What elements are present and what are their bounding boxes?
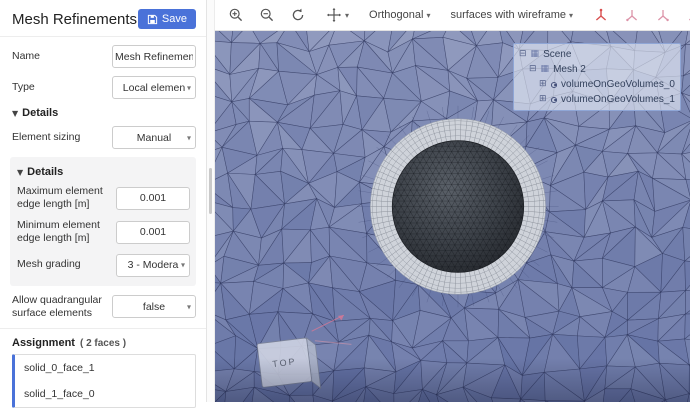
zoom-out-button[interactable] (254, 4, 280, 26)
save-button-label: Save (162, 13, 187, 25)
axis-triad-icon (624, 7, 640, 23)
assignment-list: solid_0_face_1 solid_1_face_0 (12, 354, 196, 408)
zoom-in-icon (228, 7, 244, 23)
caret-down-icon: ▾ (426, 11, 430, 20)
quad-elements-value: false (143, 301, 165, 313)
caret-down-icon: ▾ (187, 83, 191, 92)
type-select[interactable]: Local elemen ▾ (112, 76, 196, 99)
max-edge-label: Maximum element edge length [m] (17, 185, 113, 211)
render-mode-dropdown-label: surfaces with wireframe (450, 9, 566, 21)
max-edge-input[interactable] (116, 187, 190, 210)
name-input[interactable] (112, 45, 196, 68)
panel-header: Mesh Refinements Save (0, 0, 206, 37)
caret-down-icon: ▾ (187, 133, 191, 142)
list-item[interactable]: solid_0_face_1 (15, 355, 195, 381)
settings-form: Name Type Local elemen ▾ ▼ Details Eleme… (0, 37, 206, 328)
projection-dropdown[interactable]: Orthogonal ▾ (364, 6, 435, 24)
expand-box-icon[interactable]: ⊞ (539, 95, 547, 104)
zoom-in-button[interactable] (223, 4, 249, 26)
min-edge-input[interactable] (116, 221, 190, 244)
axis-triad-icon (655, 7, 671, 23)
type-select-value: Local elemen (123, 82, 185, 94)
volume-node-label: volumeOnGeoVolumes_0 (561, 79, 675, 90)
collapse-triangle-icon: ▼ (17, 168, 23, 177)
details2-section-label: Details (27, 166, 63, 178)
scene-tree-volume[interactable]: ⊞ volumeOnGeoVolumes_0 (519, 77, 675, 92)
element-sizing-value: Manual (137, 132, 171, 144)
pan-tool-button[interactable]: ▾ (321, 4, 354, 26)
quad-elements-label: Allow quadrangular surface elements (12, 294, 108, 320)
axis-triad-icon (686, 7, 690, 23)
visibility-eye-icon[interactable] (551, 97, 557, 103)
app-window: Mesh Refinements Save Name Type Local el… (0, 0, 690, 402)
quad-elements-select[interactable]: false ▾ (112, 295, 196, 318)
view-iso-button[interactable] (681, 4, 690, 26)
settings-panel: Mesh Refinements Save Name Type Local el… (0, 0, 207, 402)
projection-dropdown-label: Orthogonal (369, 9, 423, 21)
scene-node-label: Scene (543, 49, 571, 60)
caret-down-icon: ▾ (345, 11, 349, 20)
mesh-node-icon: ▦ (541, 65, 550, 74)
zoom-out-icon (259, 7, 275, 23)
page-title: Mesh Refinements (12, 11, 137, 28)
scene-tree-overlay: ⊟ ▦ Scene ⊟ ▦ Mesh 2 ⊞ volumeOnGeoVolume… (513, 43, 681, 111)
details2-section-header[interactable]: ▼ Details (17, 166, 190, 178)
assignment-count: ( 2 faces ) (80, 338, 126, 349)
expand-box-icon[interactable]: ⊞ (539, 80, 547, 89)
details-section-header[interactable]: ▼ Details (12, 107, 196, 119)
scene-tree-mesh[interactable]: ⊟ ▦ Mesh 2 (519, 62, 675, 77)
caret-down-icon: ▾ (187, 302, 191, 311)
element-sizing-label: Element sizing (12, 131, 80, 144)
collapse-box-icon[interactable]: ⊟ (529, 65, 537, 74)
viewer-area: ▾ Orthogonal ▾ surfaces with wireframe ▾ (215, 0, 690, 402)
3d-viewport[interactable]: TOP ⊟ ▦ Scene ⊟ ▦ Mesh 2 ⊞ volumeOnGeoVo… (215, 31, 690, 402)
mesh-node-label: Mesh 2 (553, 64, 586, 75)
caret-down-icon: ▾ (569, 11, 573, 20)
caret-down-icon: ▾ (181, 261, 185, 270)
scrollbar-thumb[interactable] (209, 168, 212, 214)
assignment-header: Assignment ( 2 faces ) (0, 328, 206, 354)
list-item[interactable]: solid_1_face_0 (15, 381, 195, 407)
scene-tree-root[interactable]: ⊟ ▦ Scene (519, 47, 675, 62)
move-icon (326, 7, 342, 23)
axis-triad-icon (593, 7, 609, 23)
type-label: Type (12, 81, 35, 94)
volume-node-label: volumeOnGeoVolumes_1 (561, 94, 675, 105)
details-subsection: ▼ Details Maximum element edge length [m… (10, 157, 196, 286)
view-axis-y-button[interactable] (619, 4, 645, 26)
viewer-toolbar: ▾ Orthogonal ▾ surfaces with wireframe ▾ (215, 0, 690, 31)
reset-view-button[interactable] (285, 4, 311, 26)
collapse-triangle-icon: ▼ (12, 109, 18, 118)
save-button[interactable]: Save (138, 9, 196, 29)
view-axis-z-button[interactable] (650, 4, 676, 26)
visibility-eye-icon[interactable] (551, 82, 557, 88)
panel-scrollbar-gutter (207, 0, 215, 402)
collapse-box-icon[interactable]: ⊟ (519, 50, 527, 59)
element-sizing-select[interactable]: Manual ▾ (112, 126, 196, 149)
name-label: Name (12, 50, 40, 63)
details-section-label: Details (22, 107, 58, 119)
scene-node-icon: ▦ (531, 50, 540, 59)
mesh-grading-label: Mesh grading (17, 258, 81, 271)
scene-tree-volume[interactable]: ⊞ volumeOnGeoVolumes_1 (519, 92, 675, 107)
mesh-grading-value: 3 - Modera (128, 259, 179, 271)
refresh-icon (290, 7, 306, 23)
save-icon (147, 14, 158, 25)
render-mode-dropdown[interactable]: surfaces with wireframe ▾ (445, 6, 578, 24)
assignment-label: Assignment (12, 337, 75, 349)
view-axis-x-button[interactable] (588, 4, 614, 26)
mesh-grading-select[interactable]: 3 - Modera ▾ (116, 254, 190, 277)
min-edge-label: Minimum element edge length [m] (17, 219, 113, 245)
